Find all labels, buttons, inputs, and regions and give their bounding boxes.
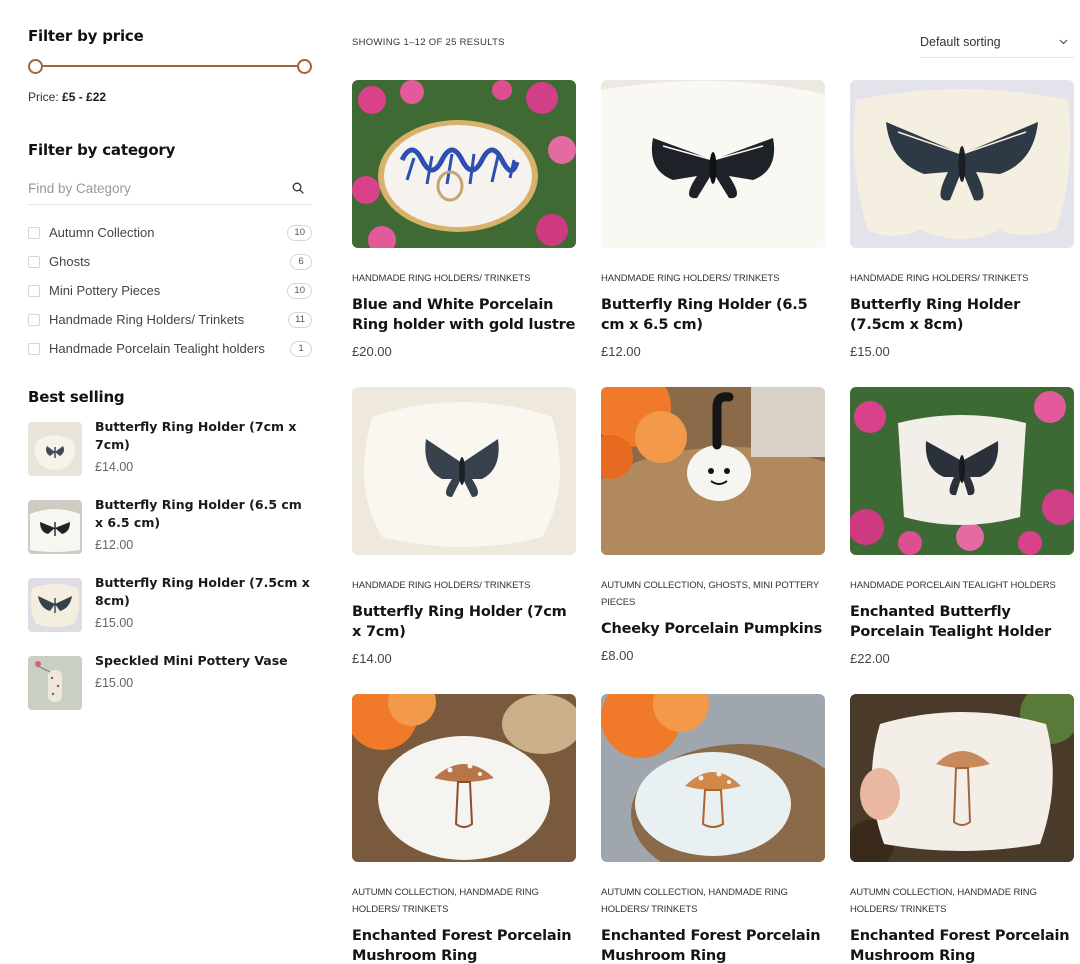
category-checkbox[interactable]: [28, 342, 40, 355]
product-thumbnail[interactable]: [28, 500, 82, 554]
best-selling-item[interactable]: Butterfly Ring Holder (7.5cm x 8cm) £15.…: [28, 574, 313, 652]
product-card[interactable]: HANDMADE RING HOLDERS/ TRINKETS Butterfl…: [850, 80, 1074, 359]
sorting-selected-value: Default sorting: [920, 35, 1001, 49]
product-categories[interactable]: HANDMADE RING HOLDERS/ TRINKETS: [352, 270, 576, 287]
price-slider[interactable]: [28, 58, 312, 74]
category-item-autumn-collection[interactable]: Autumn Collection 10: [28, 218, 312, 247]
price-slider-track: [34, 65, 306, 67]
product-categories[interactable]: HANDMADE PORCELAIN TEALIGHT HOLDERS: [850, 577, 1074, 594]
category-filter-title: Filter by category: [28, 141, 176, 159]
best-selling-price: £14.00: [95, 460, 134, 474]
price-slider-min-handle[interactable]: [28, 59, 43, 74]
product-image[interactable]: [850, 387, 1074, 555]
product-title[interactable]: Butterfly Ring Holder (6.5 cm x 6.5 cm): [601, 295, 825, 335]
product-price: £20.00: [352, 344, 392, 359]
product-image[interactable]: [850, 694, 1074, 862]
category-item-ring-holders[interactable]: Handmade Ring Holders/ Trinkets 11: [28, 305, 312, 334]
product-thumbnail[interactable]: [28, 578, 82, 632]
best-selling-price: £12.00: [95, 538, 134, 552]
category-checkbox[interactable]: [28, 226, 40, 239]
product-categories[interactable]: HANDMADE RING HOLDERS/ TRINKETS: [601, 270, 825, 287]
product-categories[interactable]: AUTUMN COLLECTION, GHOSTS, MINI POTTERY …: [601, 577, 825, 611]
category-item-tealight-holders[interactable]: Handmade Porcelain Tealight holders 1: [28, 334, 312, 363]
category-item-ghosts[interactable]: Ghosts 6: [28, 247, 312, 276]
product-image[interactable]: [352, 694, 576, 862]
product-categories[interactable]: HANDMADE RING HOLDERS/ TRINKETS: [850, 270, 1074, 287]
product-card[interactable]: AUTUMN COLLECTION, HANDMADE RING HOLDERS…: [352, 694, 576, 964]
product-price: £8.00: [601, 648, 634, 663]
category-item-mini-pottery-pieces[interactable]: Mini Pottery Pieces 10: [28, 276, 312, 305]
best-selling-item[interactable]: Speckled Mini Pottery Vase £15.00: [28, 652, 313, 730]
product-image[interactable]: [601, 694, 825, 862]
product-card[interactable]: AUTUMN COLLECTION, HANDMADE RING HOLDERS…: [850, 694, 1074, 964]
product-image[interactable]: [850, 80, 1074, 248]
price-range-value: £5 - £22: [62, 90, 107, 104]
category-count-badge: 11: [288, 311, 312, 328]
best-selling-title: Best selling: [28, 388, 125, 406]
price-filter-title: Filter by price: [28, 27, 144, 45]
product-title[interactable]: Enchanted Forest Porcelain Mushroom Ring: [601, 926, 825, 964]
product-title[interactable]: Enchanted Forest Porcelain Mushroom Ring: [352, 926, 576, 964]
price-slider-max-handle[interactable]: [297, 59, 312, 74]
category-count-badge: 10: [287, 282, 312, 299]
product-image[interactable]: [352, 387, 576, 555]
category-label: Ghosts: [49, 254, 91, 269]
best-selling-item[interactable]: Butterfly Ring Holder (6.5 cm x 6.5 cm) …: [28, 496, 313, 574]
category-search: [28, 172, 312, 205]
product-title[interactable]: Butterfly Ring Holder (7.5cm x 8cm): [850, 295, 1074, 335]
product-title[interactable]: Enchanted Forest Porcelain Mushroom Ring: [850, 926, 1074, 964]
product-thumbnail[interactable]: [28, 422, 82, 476]
product-image[interactable]: [601, 387, 825, 555]
product-image[interactable]: [601, 80, 825, 248]
price-range-label: Price:: [28, 90, 59, 104]
product-categories[interactable]: AUTUMN COLLECTION, HANDMADE RING HOLDERS…: [850, 884, 1074, 918]
product-price: £14.00: [352, 651, 392, 666]
category-search-input[interactable]: [28, 180, 268, 196]
category-count-badge: 1: [290, 340, 312, 357]
category-count-badge: 6: [290, 253, 312, 270]
category-label: Handmade Porcelain Tealight holders: [49, 341, 265, 356]
product-image[interactable]: [352, 80, 576, 248]
chevron-down-icon: [1059, 37, 1068, 48]
best-selling-list: Butterfly Ring Holder (7cm x 7cm) £14.00…: [28, 418, 313, 730]
product-thumbnail[interactable]: [28, 656, 82, 710]
product-card[interactable]: HANDMADE RING HOLDERS/ TRINKETS Butterfl…: [601, 80, 825, 359]
best-selling-item[interactable]: Butterfly Ring Holder (7cm x 7cm) £14.00: [28, 418, 313, 496]
product-card[interactable]: HANDMADE RING HOLDERS/ TRINKETS Butterfl…: [352, 387, 576, 666]
product-price: £22.00: [850, 651, 890, 666]
product-card[interactable]: HANDMADE PORCELAIN TEALIGHT HOLDERS Ench…: [850, 387, 1074, 666]
best-selling-name[interactable]: Speckled Mini Pottery Vase: [95, 652, 313, 670]
result-count: SHOWING 1–12 OF 25 RESULTS: [352, 37, 505, 48]
category-checkbox[interactable]: [28, 284, 40, 297]
category-checkbox[interactable]: [28, 255, 40, 268]
search-icon[interactable]: [290, 180, 306, 196]
best-selling-price: £15.00: [95, 616, 134, 630]
category-checkbox[interactable]: [28, 313, 40, 326]
best-selling-price: £15.00: [95, 676, 134, 690]
product-price: £15.00: [850, 344, 890, 359]
product-title[interactable]: Enchanted Butterfly Porcelain Tealight H…: [850, 602, 1074, 642]
product-card[interactable]: AUTUMN COLLECTION, GHOSTS, MINI POTTERY …: [601, 387, 825, 663]
product-card[interactable]: AUTUMN COLLECTION, HANDMADE RING HOLDERS…: [601, 694, 825, 964]
category-list: Autumn Collection 10 Ghosts 6 Mini Potte…: [28, 218, 312, 363]
product-title[interactable]: Butterfly Ring Holder (7cm x 7cm): [352, 602, 576, 642]
category-label: Handmade Ring Holders/ Trinkets: [49, 312, 245, 327]
sorting-dropdown[interactable]: Default sorting: [920, 27, 1074, 58]
product-title[interactable]: Blue and White Porcelain Ring holder wit…: [352, 295, 576, 335]
category-label: Mini Pottery Pieces: [49, 283, 161, 298]
product-categories[interactable]: AUTUMN COLLECTION, HANDMADE RING HOLDERS…: [601, 884, 825, 918]
product-categories[interactable]: AUTUMN COLLECTION, HANDMADE RING HOLDERS…: [352, 884, 576, 918]
best-selling-name[interactable]: Butterfly Ring Holder (6.5 cm x 6.5 cm): [95, 496, 313, 532]
best-selling-name[interactable]: Butterfly Ring Holder (7.5cm x 8cm): [95, 574, 313, 610]
product-card[interactable]: HANDMADE RING HOLDERS/ TRINKETS Blue and…: [352, 80, 576, 359]
price-range-text: Price: £5 - £22: [28, 90, 106, 104]
category-label: Autumn Collection: [49, 225, 155, 240]
product-title[interactable]: Cheeky Porcelain Pumpkins: [601, 619, 825, 639]
product-price: £12.00: [601, 344, 641, 359]
category-count-badge: 10: [287, 224, 312, 241]
product-categories[interactable]: HANDMADE RING HOLDERS/ TRINKETS: [352, 577, 576, 594]
best-selling-name[interactable]: Butterfly Ring Holder (7cm x 7cm): [95, 418, 313, 454]
